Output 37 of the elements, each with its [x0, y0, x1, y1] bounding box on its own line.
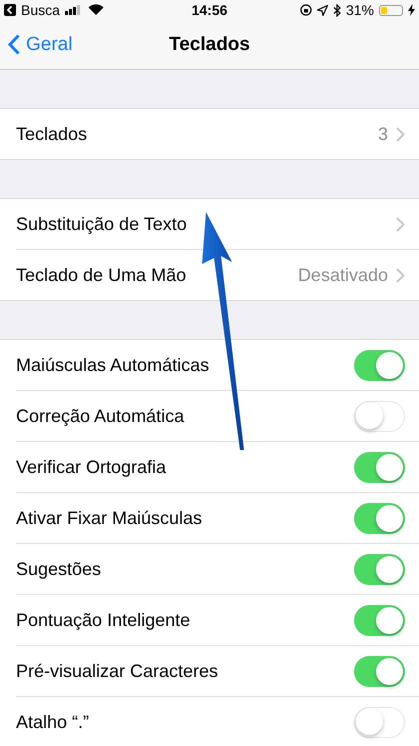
battery-percent: 31%	[346, 2, 374, 18]
battery-icon	[379, 4, 403, 16]
toggle-switch[interactable]	[354, 604, 405, 636]
back-app-label[interactable]: Busca	[21, 2, 60, 18]
rotation-lock-icon	[300, 4, 312, 16]
toggle-switch[interactable]	[354, 502, 405, 534]
chevron-icon	[396, 126, 405, 142]
setting-label[interactable]: Teclados	[16, 124, 378, 144]
setting-label[interactable]: Substituição de Texto	[16, 214, 396, 234]
nav-title: Teclados	[169, 34, 250, 56]
setting-label: Pontuação Inteligente	[16, 610, 192, 630]
wifi-icon	[88, 4, 104, 16]
toggle-switch[interactable]	[354, 656, 405, 686]
setting-label: Ativar Fixar Maiúsculas	[16, 508, 204, 528]
setting-label: Maiúsculas Automáticas	[16, 354, 210, 376]
setting-label: Atalho “.”	[16, 712, 90, 732]
toggle-switch[interactable]	[354, 554, 405, 584]
chevron-icon	[396, 216, 405, 232]
chevron-icon	[396, 268, 405, 282]
toggle-switch[interactable]	[354, 350, 405, 380]
toggle-switch[interactable]	[354, 706, 405, 738]
setting-label: Correção Automática	[16, 406, 186, 426]
signal-icon	[64, 5, 83, 15]
back-label[interactable]: Geral	[26, 34, 72, 56]
setting-value: Desativado	[298, 264, 388, 286]
clock-time: 14:56	[192, 2, 228, 18]
setting-label: Pré-visualizar Caracteres	[16, 660, 220, 682]
setting-value: 3	[378, 124, 388, 144]
back-button[interactable]: Geral	[8, 20, 72, 69]
location-icon	[316, 4, 328, 16]
setting-label[interactable]: Teclado de Uma Mão	[16, 264, 298, 286]
bluetooth-icon	[332, 4, 341, 16]
toggle-switch[interactable]	[354, 400, 405, 432]
setting-label: Sugestões	[16, 558, 102, 580]
back-chevron-icon[interactable]	[8, 34, 20, 55]
toggle-switch[interactable]	[354, 452, 405, 482]
setting-label: Verificar Ortografia	[16, 456, 168, 478]
